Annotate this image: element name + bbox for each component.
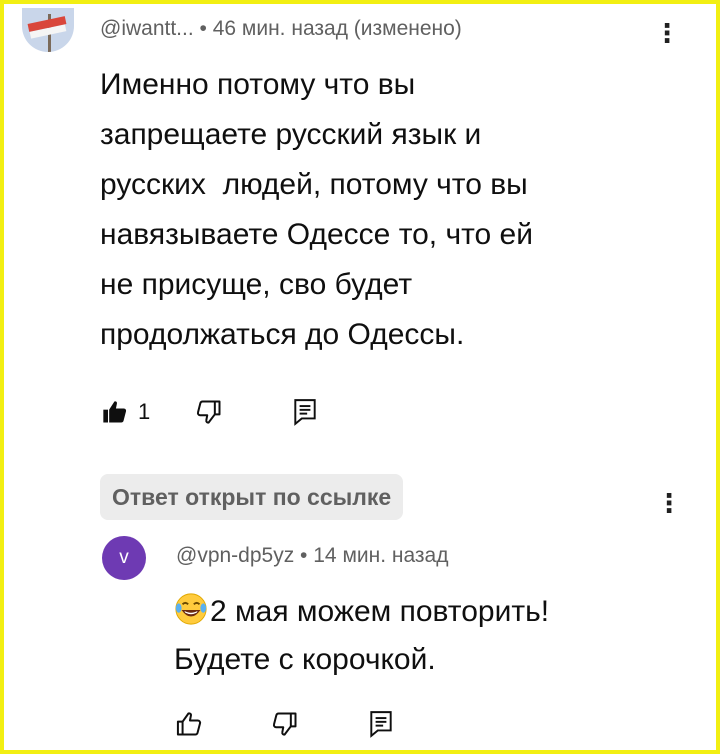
reply-author[interactable]: @vpn-dp5yz [176, 544, 294, 567]
more-vertical-icon[interactable]: ⋮ [656, 488, 682, 518]
commenter-avatar[interactable] [22, 8, 74, 52]
reply-actions [174, 704, 396, 744]
thumbs-down-icon[interactable] [194, 397, 224, 427]
comment-line: не присуще, сво будет [100, 268, 413, 301]
linked-reply-chip[interactable]: Ответ открыт по ссылке [100, 474, 404, 520]
comment-author[interactable]: @iwantt... [100, 17, 194, 40]
reply-line: Будете с корочкой. [174, 643, 436, 676]
comment-line: запрещаете русский язык и [100, 118, 482, 151]
reply-comment-icon[interactable] [366, 709, 396, 739]
reply-meta: @vpn-dp5yz • 14 мин. назад [176, 541, 448, 571]
joy-emoji-icon [175, 593, 207, 625]
comment-actions: 1 [100, 392, 320, 432]
comment-text: Именно потому что вы запрещаете русский … [100, 60, 660, 360]
comment-line: продолжаться до Одессы. [100, 318, 465, 351]
meta-separator: • [294, 544, 314, 567]
thumbs-up-icon[interactable] [174, 709, 204, 739]
comment-meta: @iwantt... • 46 мин. назад (изменено) [100, 14, 462, 44]
reply-avatar[interactable]: v [102, 536, 146, 580]
thumbs-down-icon[interactable] [270, 709, 300, 739]
reply-time: 14 мин. назад [313, 544, 449, 567]
comment-line: русских людей, потому что вы [100, 168, 528, 201]
comment-time: 46 мин. назад (изменено) [212, 17, 462, 40]
like-count: 1 [138, 399, 151, 424]
reply-comment-icon[interactable] [290, 397, 320, 427]
more-vertical-icon[interactable]: ⋮ [654, 18, 680, 48]
comment-panel: @iwantt... • 46 мин. назад (изменено) ⋮ … [4, 4, 716, 750]
thumbs-up-filled-icon[interactable] [100, 397, 130, 427]
reply-line: 2 мая можем повторить! [210, 595, 550, 628]
comment-line: навязываете Одессе то, что ей [100, 218, 533, 251]
meta-separator: • [193, 17, 213, 40]
comment-line: Именно потому что вы [100, 68, 416, 101]
reply-text: 2 мая можем повторить! Будете с корочкой… [174, 588, 674, 684]
